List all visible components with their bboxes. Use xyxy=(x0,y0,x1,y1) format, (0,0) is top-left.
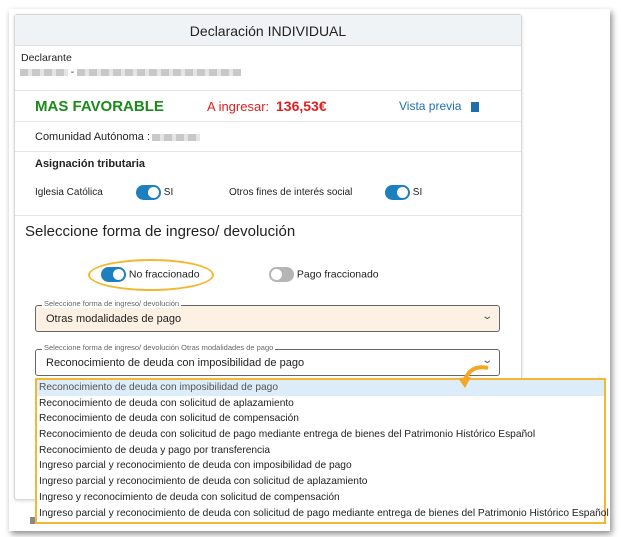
dropdown-option[interactable]: Ingreso parcial y reconocimiento de deud… xyxy=(37,474,604,490)
toggle-switch[interactable] xyxy=(136,185,161,200)
iglesia-toggle[interactable]: SI xyxy=(136,185,173,200)
toggle-switch[interactable] xyxy=(269,267,294,282)
toggle-value: SI xyxy=(163,187,174,199)
dropdown-option[interactable]: Reconocimiento de deuda con solicitud de… xyxy=(37,396,604,412)
dropdown-option[interactable]: Reconocimiento de deuda con imposibilida… xyxy=(37,380,604,396)
comunidad-value xyxy=(152,134,200,141)
section-title: Seleccione forma de ingreso/ devolución xyxy=(25,223,296,240)
otros-toggle[interactable]: SI xyxy=(385,185,422,200)
result-row: MAS FAVORABLE A ingresar: 136,53€ Vista … xyxy=(15,91,521,122)
radio-pago-fraccionado[interactable]: Pago fraccionado xyxy=(269,267,379,282)
select-legend: Seleccione forma de ingreso/ devolución xyxy=(42,299,182,308)
asignacion-title: Asignación tributaria xyxy=(35,158,146,170)
amount-value: 136,53€ xyxy=(276,98,327,114)
dropdown-option[interactable]: Reconocimiento de deuda con solicitud de… xyxy=(37,411,604,427)
toggle-value: SI xyxy=(412,187,423,199)
toggle-switch[interactable] xyxy=(101,267,126,282)
dropdown-option[interactable]: Ingreso parcial y reconocimiento de deud… xyxy=(37,506,609,522)
comunidad-row: Comunidad Autónoma : xyxy=(15,122,521,152)
pdf-icon xyxy=(470,101,479,112)
option-label: No fraccionado xyxy=(128,268,200,281)
otros-label: Otros fines de interés social xyxy=(229,187,353,198)
curved-arrow-icon xyxy=(458,365,489,388)
asignacion-row: Asignación tributaria Iglesia Católica S… xyxy=(15,152,521,216)
declarante-row: Declarante - xyxy=(15,46,521,91)
option-label: Pago fraccionado xyxy=(296,268,379,281)
select-otras-modalidades[interactable]: Seleccione forma de ingreso/ devolución … xyxy=(35,343,500,376)
dropdown-option[interactable]: Reconocimiento de deuda y pago por trans… xyxy=(37,443,604,459)
comunidad-label: Comunidad Autónoma : xyxy=(35,131,150,143)
chevron-down-icon: ⌄ xyxy=(480,311,493,322)
radio-no-fraccionado[interactable]: No fraccionado xyxy=(101,267,200,282)
declarante-value: - xyxy=(20,67,241,78)
toggle-switch[interactable] xyxy=(385,185,410,200)
iglesia-label: Iglesia Católica xyxy=(35,187,103,198)
preview-link[interactable]: Vista previa xyxy=(399,99,479,113)
status-text: MAS FAVORABLE xyxy=(35,98,164,115)
dropdown-option[interactable]: Ingreso y reconocimiento de deuda con so… xyxy=(37,490,604,506)
select-value: Otras modalidades de pago xyxy=(46,313,182,325)
dropdown-list[interactable]: Reconocimiento de deuda con imposibilida… xyxy=(35,378,609,524)
dropdown-option[interactable]: Ingreso parcial y reconocimiento de deud… xyxy=(37,458,604,474)
dropdown-option[interactable]: Reconocimiento de deuda con solicitud de… xyxy=(37,427,604,443)
select-value: Reconocimiento de deuda con imposibilida… xyxy=(46,357,305,369)
select-legend: Seleccione forma de ingreso/ devolución … xyxy=(42,343,276,352)
select-forma-ingreso[interactable]: Seleccione forma de ingreso/ devolución … xyxy=(35,299,500,332)
preview-label: Vista previa xyxy=(399,99,462,113)
card-title: Declaración INDIVIDUAL xyxy=(15,15,521,46)
declarante-label: Declarante xyxy=(21,52,72,64)
amount-label: A ingresar: xyxy=(207,99,270,114)
